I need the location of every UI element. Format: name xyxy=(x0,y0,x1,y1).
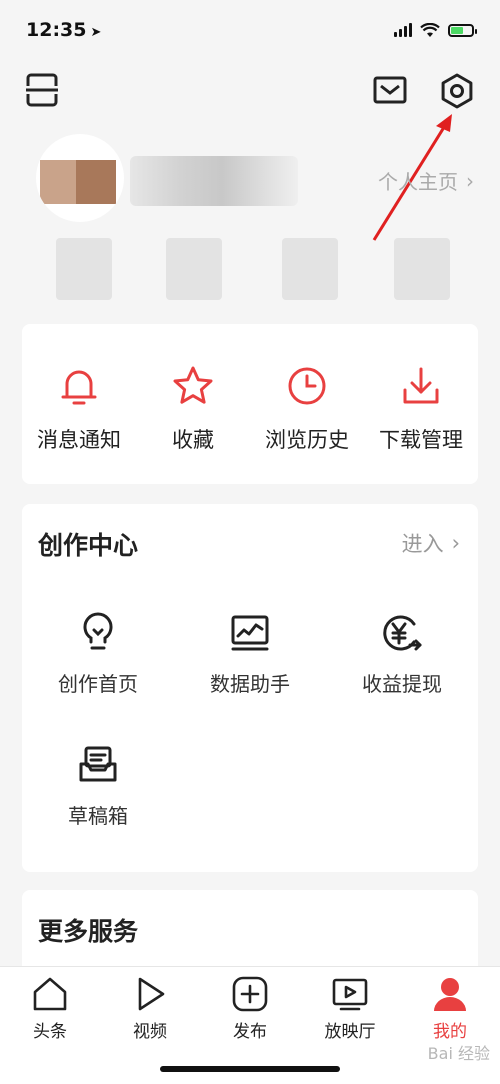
data-assistant-item[interactable]: 数据助手 xyxy=(180,612,320,697)
plus-icon xyxy=(232,976,268,1012)
personal-homepage-link[interactable]: 个人主页 › xyxy=(378,166,474,195)
creator-home-item[interactable]: 创作首页 xyxy=(28,612,168,697)
mail-icon xyxy=(373,76,407,104)
clock-text: 12:35 xyxy=(26,19,87,41)
quick-action-label: 下载管理 xyxy=(379,428,463,452)
quick-action-history[interactable]: 浏览历史 xyxy=(252,364,362,454)
download-icon xyxy=(403,367,439,404)
tab-label: 发布 xyxy=(233,1022,267,1042)
quick-action-favorites[interactable]: 收藏 xyxy=(138,364,248,454)
gear-icon xyxy=(441,73,473,109)
scan-button[interactable] xyxy=(24,72,60,108)
stat-redacted[interactable] xyxy=(394,238,450,300)
tab-publish[interactable]: 发布 xyxy=(210,975,290,1042)
user-icon xyxy=(434,978,466,1011)
bell-icon xyxy=(61,370,97,405)
avatar[interactable] xyxy=(36,134,124,222)
section-title: 创作中心 xyxy=(38,531,139,560)
creator-item-label: 收益提现 xyxy=(362,672,442,696)
tab-label: 视频 xyxy=(133,1022,167,1042)
chevron-right-icon: › xyxy=(451,531,460,555)
home-icon xyxy=(33,977,67,1011)
creator-center-card: 创作中心 进入 › 创作首页 数据助手 收益提现 草稿箱 xyxy=(22,504,478,872)
clock-icon xyxy=(288,367,326,405)
username-redacted[interactable] xyxy=(130,156,298,206)
tab-headlines[interactable]: 头条 xyxy=(10,975,90,1042)
quick-action-label: 浏览历史 xyxy=(265,428,349,452)
cellular-signal-icon xyxy=(394,23,412,37)
homepage-label: 个人主页 xyxy=(378,170,458,194)
profile-header: 个人主页 › xyxy=(0,130,500,310)
earnings-withdraw-item[interactable]: 收益提现 xyxy=(332,612,472,697)
tab-video[interactable]: 视频 xyxy=(110,975,190,1042)
stat-redacted[interactable] xyxy=(56,238,112,300)
enter-label: 进入 xyxy=(401,532,444,556)
draft-box-icon xyxy=(79,746,117,782)
quick-action-label: 消息通知 xyxy=(37,428,121,452)
chart-monitor-icon xyxy=(231,615,269,651)
quick-action-notifications[interactable]: 消息通知 xyxy=(24,364,134,454)
scan-icon xyxy=(26,73,58,107)
status-indicators xyxy=(394,22,477,38)
status-time: 12:35 ➤ xyxy=(26,19,101,41)
section-title: 更多服务 xyxy=(38,917,139,946)
tab-label: 放映厅 xyxy=(324,1022,376,1042)
home-indicator[interactable] xyxy=(160,1066,340,1072)
tv-icon xyxy=(332,978,368,1011)
creator-enter-link[interactable]: 进入 › xyxy=(402,528,460,558)
tab-mine[interactable]: 我的 xyxy=(410,975,490,1042)
creator-item-label: 草稿箱 xyxy=(68,804,128,828)
status-bar: 12:35 ➤ xyxy=(0,0,500,60)
stat-redacted[interactable] xyxy=(282,238,338,300)
chevron-right-icon: › xyxy=(466,168,474,193)
drafts-item[interactable]: 草稿箱 xyxy=(28,744,168,829)
yuan-withdraw-icon xyxy=(383,615,422,651)
tab-label: 头条 xyxy=(33,1022,67,1042)
tab-screening-hall[interactable]: 放映厅 xyxy=(310,975,390,1042)
wifi-icon xyxy=(420,22,440,37)
quick-action-downloads[interactable]: 下载管理 xyxy=(366,364,476,454)
star-icon xyxy=(173,366,213,404)
quick-actions-card: 消息通知 收藏 浏览历史 下载管理 xyxy=(22,324,478,484)
tab-label: 我的 xyxy=(433,1022,467,1042)
watermark: Bai 经验 xyxy=(427,1044,490,1063)
settings-button[interactable] xyxy=(438,72,476,110)
location-icon: ➤ xyxy=(90,25,102,40)
creator-item-label: 数据助手 xyxy=(210,672,290,696)
messages-button[interactable] xyxy=(372,72,408,108)
creator-item-label: 创作首页 xyxy=(58,672,138,696)
battery-icon xyxy=(448,23,477,37)
lightbulb-icon xyxy=(83,612,113,650)
quick-action-label: 收藏 xyxy=(172,428,214,452)
play-icon xyxy=(138,977,165,1011)
stat-redacted[interactable] xyxy=(166,238,222,300)
